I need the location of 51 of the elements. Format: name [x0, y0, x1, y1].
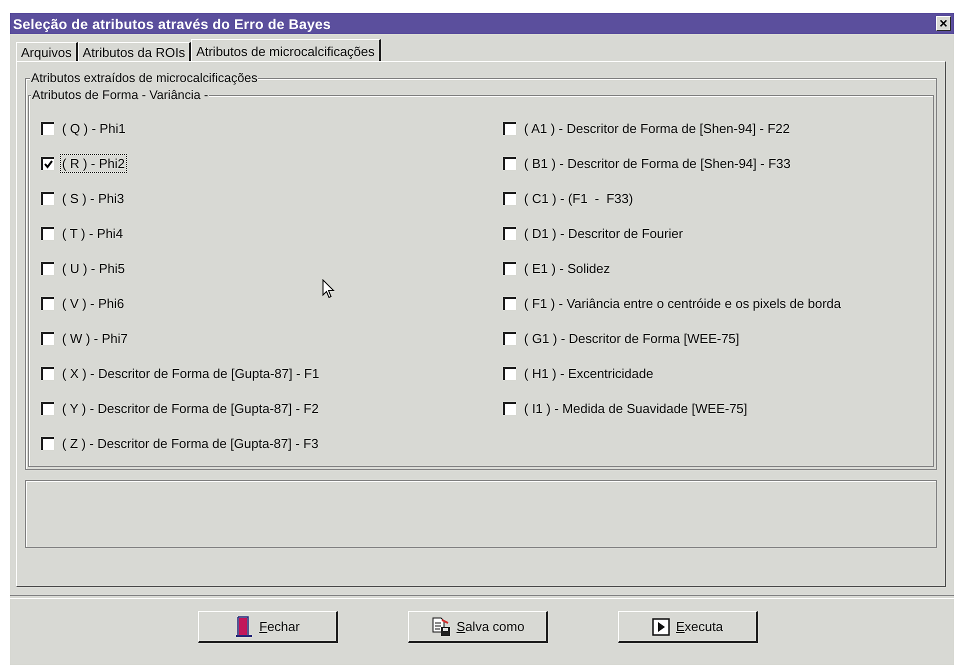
checkbox-label[interactable]: ( S ) - Phi3: [61, 190, 126, 207]
checkbox-label[interactable]: ( F1 ) - Variância entre o centróide e os pixels de borda: [523, 295, 842, 312]
checkbox[interactable]: [41, 227, 54, 240]
close-button[interactable]: ×: [936, 16, 951, 31]
checkbox-label[interactable]: ( X ) - Descritor de Forma de [Gupta-87] - F1: [61, 365, 320, 382]
checkbox-label[interactable]: ( A1 ) - Descritor de Forma de [Shen-94] - F22: [523, 120, 791, 137]
checkbox-label[interactable]: ( Y ) - Descritor de Forma de [Gupta-87] - F2: [61, 400, 320, 417]
button[interactable]: Fechar: [198, 611, 338, 643]
group-title: Atributos extraídos de microcalcificações: [30, 71, 258, 86]
checkbox[interactable]: [41, 402, 54, 415]
tab[interactable]: Arquivos: [16, 42, 78, 61]
checkbox[interactable]: [41, 262, 54, 275]
tab[interactable]: Atributos da ROIs: [78, 42, 192, 61]
checkbox[interactable]: [503, 367, 516, 380]
tab[interactable]: Atributos de microcalcificações: [191, 39, 381, 61]
checkbox-label[interactable]: ( I1 ) - Medida de Suavidade [WEE-75]: [523, 400, 748, 417]
checkbox-label[interactable]: ( D1 ) - Descritor de Fourier: [523, 225, 684, 242]
checkbox[interactable]: [503, 157, 516, 170]
checkbox-label[interactable]: ( Q ) - Phi1: [61, 120, 127, 137]
checkbox[interactable]: [503, 402, 516, 415]
checkbox-label[interactable]: ( E1 ) - Solidez: [523, 260, 611, 277]
door-icon: [235, 616, 254, 638]
checkbox[interactable]: [41, 367, 54, 380]
checkbox-label[interactable]: ( T ) - Phi4: [61, 225, 124, 242]
window-title: Seleção de atributos através do Erro de Bayes: [13, 16, 331, 32]
checkbox[interactable]: [503, 332, 516, 345]
button[interactable]: Executa: [618, 611, 758, 643]
checkbox[interactable]: [41, 297, 54, 310]
button[interactable]: Salva como: [408, 611, 548, 643]
mouse-pointer-icon: [322, 279, 335, 299]
checkbox[interactable]: [41, 437, 54, 450]
checkbox[interactable]: [41, 157, 54, 170]
checkbox-label[interactable]: ( V ) - Phi6: [61, 295, 126, 312]
checkbox[interactable]: [41, 122, 54, 135]
checkbox-label[interactable]: ( W ) - Phi7: [61, 330, 129, 347]
checkbox[interactable]: [41, 332, 54, 345]
checkbox[interactable]: [503, 192, 516, 205]
checkbox-label[interactable]: ( B1 ) - Descritor de Forma de [Shen-94] - F33: [523, 155, 792, 172]
checkbox-label[interactable]: ( U ) - Phi5: [61, 260, 126, 277]
play-icon: [652, 618, 670, 636]
save-document-icon: [430, 616, 451, 636]
checkbox-label[interactable]: ( R ) - Phi2: [61, 155, 126, 172]
checkbox[interactable]: [503, 262, 516, 275]
checkbox[interactable]: [503, 227, 516, 240]
checkbox-label[interactable]: ( H1 ) - Excentricidade: [523, 365, 654, 382]
checkbox[interactable]: [503, 122, 516, 135]
checkbox-label[interactable]: ( G1 ) - Descritor de Forma [WEE-75]: [523, 330, 740, 347]
checkbox[interactable]: [503, 297, 516, 310]
checkbox-label[interactable]: ( Z ) - Descritor de Forma de [Gupta-87] - F3: [61, 435, 320, 452]
checkbox[interactable]: [41, 192, 54, 205]
checkbox-label[interactable]: ( C1 ) - (F1 - F33): [523, 190, 634, 207]
